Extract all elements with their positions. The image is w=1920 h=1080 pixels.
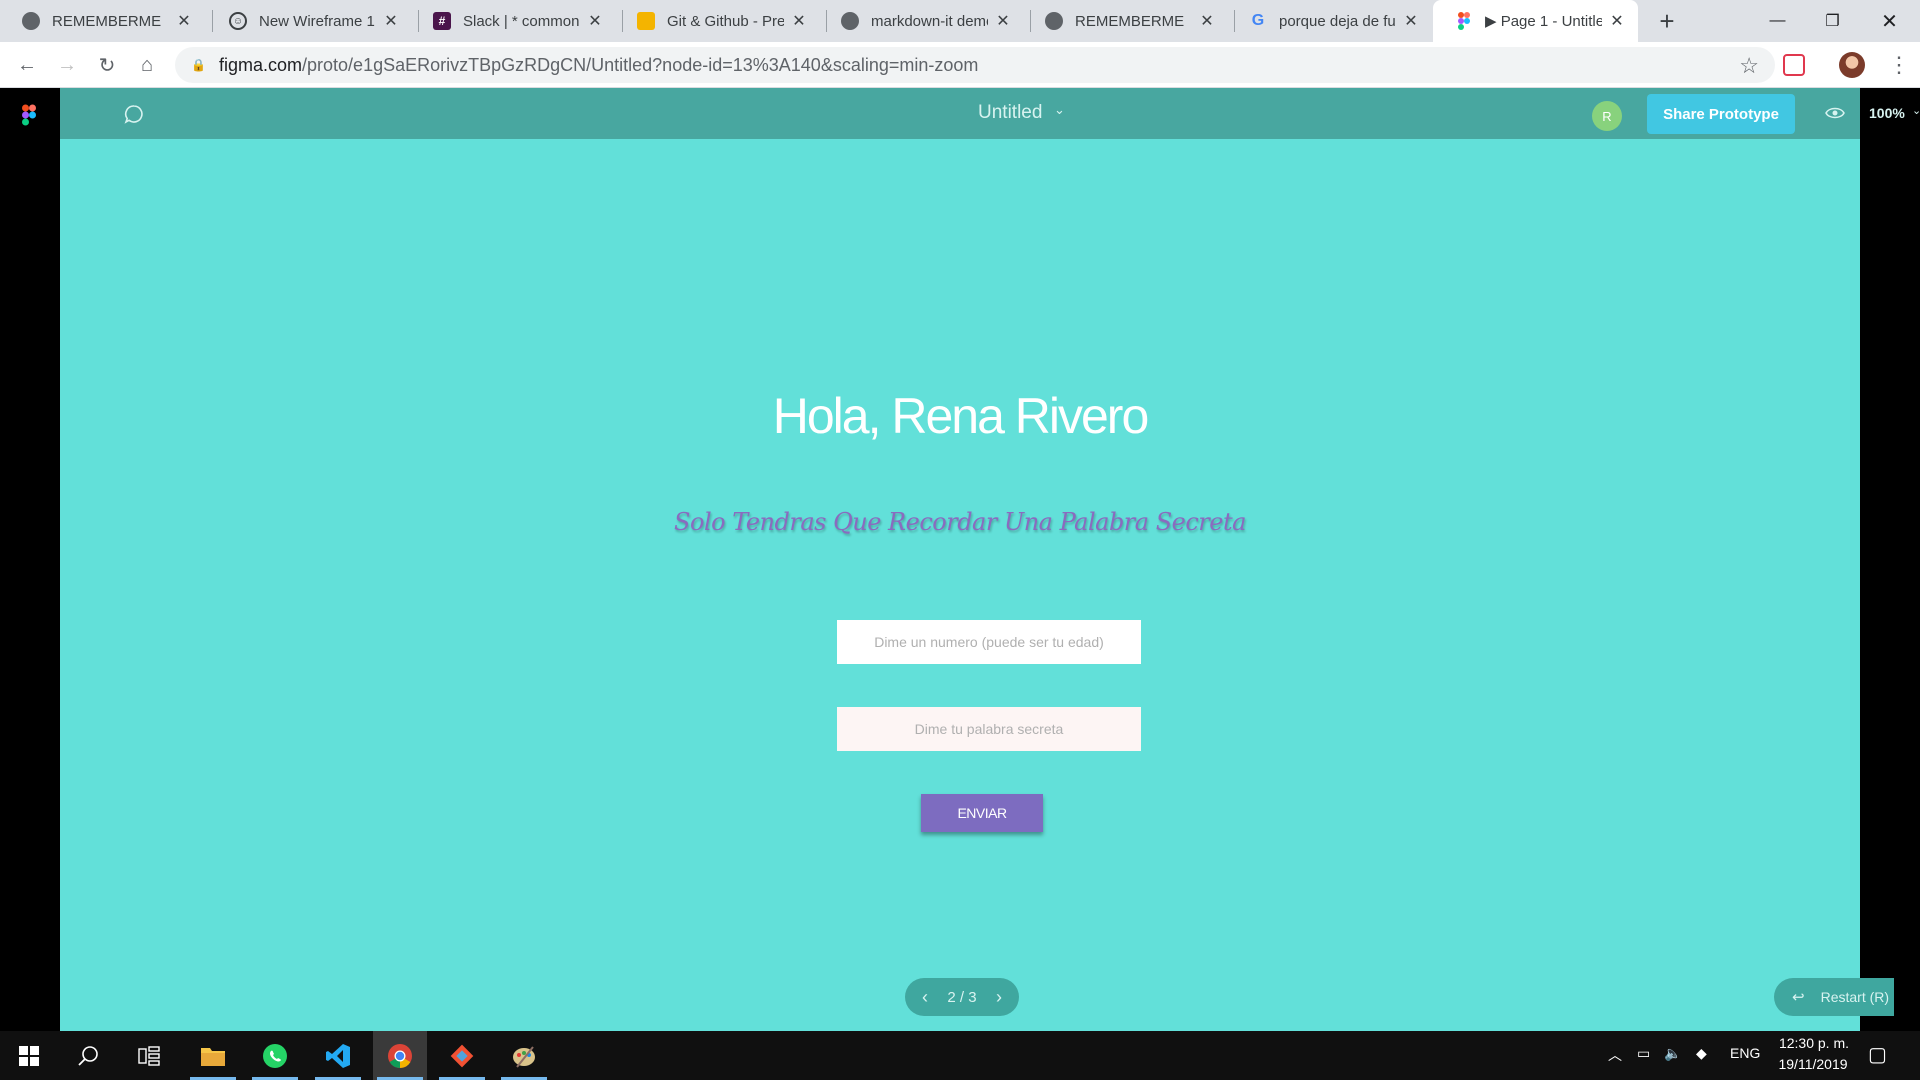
tab-title: REMEMBERME [52, 12, 162, 30]
vscode-icon[interactable] [311, 1031, 365, 1080]
file-explorer-icon[interactable] [186, 1031, 240, 1080]
clock-time[interactable]: 12:30 p. m. [1775, 1035, 1853, 1051]
figma-prototype-viewer: Untitled ⌄ R Share Prototype 100% ⌄ Hola… [0, 88, 1920, 1031]
globe-icon [22, 12, 40, 30]
chevron-up-icon[interactable]: ︿ [1608, 1045, 1622, 1065]
chevron-right-icon[interactable]: › [989, 987, 1009, 1008]
new-tab-button[interactable]: + [1655, 0, 1679, 42]
tab-title: ▶ Page 1 - Untitle [1485, 13, 1602, 30]
restart-button[interactable]: ↩ Restart (R) [1774, 978, 1894, 1016]
tab-slack[interactable]: # Slack | * common ✕ [411, 0, 616, 42]
tab-title: markdown-it demo [871, 12, 988, 30]
url-text[interactable]: figma.com/proto/e1gSaERorivzTBpGzRDgCN/U… [219, 55, 978, 76]
document-title[interactable]: Untitled [978, 102, 1042, 124]
close-icon[interactable]: ✕ [790, 12, 808, 30]
search-icon[interactable] [62, 1031, 116, 1080]
slides-icon [637, 12, 655, 30]
input-language[interactable]: ENG [1730, 1045, 1760, 1061]
close-icon[interactable]: ✕ [1402, 12, 1420, 30]
figma-icon [1455, 12, 1473, 30]
task-view-icon[interactable] [122, 1031, 176, 1080]
forward-arrow-icon[interactable]: → [52, 50, 82, 80]
submit-button[interactable]: ENVIAR [921, 794, 1043, 832]
comment-icon[interactable] [124, 104, 144, 124]
figma-logo-icon[interactable] [22, 104, 36, 126]
zoom-level[interactable]: 100% [1869, 105, 1905, 121]
url-path: /proto/e1gSaERorivzTBpGzRDgCN/Untitled?n… [302, 54, 979, 75]
tab-title: New Wireframe 1 | [259, 12, 376, 30]
chevron-down-icon[interactable]: ⌄ [1054, 102, 1065, 118]
profile-avatar[interactable] [1839, 52, 1865, 78]
windows-start-icon[interactable] [2, 1031, 56, 1080]
lock-icon: 🔒 [191, 58, 206, 72]
page-counter: 2 / 3 [947, 988, 977, 1006]
tab-title: Git & Github - Pre [667, 12, 784, 30]
minimize-icon[interactable]: — [1750, 0, 1805, 42]
tab-markdown-it[interactable]: markdown-it demo ✕ [819, 0, 1024, 42]
address-bar[interactable]: 🔒 figma.com/proto/e1gSaERorivzTBpGzRDgCN… [175, 47, 1775, 83]
pocket-extension-icon[interactable] [1783, 54, 1805, 76]
close-icon[interactable]: ✕ [994, 12, 1012, 30]
prototype-header: Untitled ⌄ R Share Prototype 100% ⌄ [60, 88, 1920, 139]
globe-icon [1045, 12, 1063, 30]
tab-git-github[interactable]: Git & Github - Pre ✕ [615, 0, 820, 42]
share-prototype-button[interactable]: Share Prototype [1647, 94, 1795, 134]
reload-icon[interactable]: ↻ [92, 50, 122, 80]
dropbox-icon[interactable]: ◆ [1696, 1045, 1707, 1062]
google-icon: G [1251, 12, 1265, 29]
kebab-menu-icon[interactable]: ⋮ [1888, 50, 1910, 80]
bookmark-star-icon[interactable]: ☆ [1739, 53, 1759, 79]
secret-word-input[interactable] [837, 707, 1141, 751]
close-icon[interactable]: ✕ [382, 12, 400, 30]
git-icon[interactable] [435, 1031, 489, 1080]
browser-toolbar: ← → ↻ ⌂ 🔒 figma.com/proto/e1gSaERorivzTB… [0, 42, 1920, 88]
tab-new-wireframe[interactable]: ☺ New Wireframe 1 | ✕ [207, 0, 412, 42]
windows-taskbar: ︿ ▭ 🔈 ◆ ENG 12:30 p. m. 19/11/2019 ▢ [0, 1031, 1920, 1080]
close-icon[interactable]: ✕ [1608, 12, 1626, 30]
globe-icon [841, 12, 859, 30]
subtitle-text: Solo Tendras Que Recordar Una Palabra Se… [674, 508, 1246, 536]
url-host: figma.com [219, 54, 303, 75]
greeting-heading: Hola, Rena Rivero [772, 388, 1150, 444]
battery-icon[interactable]: ▭ [1637, 1045, 1650, 1062]
home-icon[interactable]: ⌂ [132, 50, 162, 80]
tab-title: Slack | * common [463, 12, 580, 30]
eye-icon[interactable] [1825, 105, 1845, 121]
back-arrow-icon[interactable]: ← [12, 50, 42, 80]
chrome-icon[interactable] [373, 1031, 427, 1080]
chevron-left-icon[interactable]: ‹ [915, 987, 935, 1008]
browser-tab-strip: REMEMBERME ✕ ☺ New Wireframe 1 | ✕ # Sla… [0, 0, 1920, 42]
tab-google-search[interactable]: G porque deja de fun ✕ [1227, 0, 1432, 42]
paint-icon[interactable] [497, 1031, 551, 1080]
whatsapp-icon[interactable] [248, 1031, 302, 1080]
number-input[interactable] [837, 620, 1141, 664]
clock-date[interactable]: 19/11/2019 [1770, 1056, 1856, 1072]
page-navigator: ‹ 2 / 3 › [905, 978, 1019, 1016]
close-icon[interactable]: ✕ [586, 12, 604, 30]
window-close-icon[interactable]: ✕ [1862, 0, 1917, 42]
slack-icon: # [433, 12, 451, 30]
volume-icon[interactable]: 🔈 [1664, 1045, 1681, 1062]
tab-title: porque deja de fun [1279, 12, 1396, 30]
notifications-icon[interactable]: ▢ [1868, 1042, 1887, 1067]
restart-arrow-icon: ↩ [1792, 989, 1805, 1006]
tab-figma-page1[interactable]: ▶ Page 1 - Untitle ✕ [1433, 0, 1638, 42]
close-icon[interactable]: ✕ [175, 12, 193, 30]
prototype-frame: Hola, Rena Rivero Solo Tendras Que Recor… [60, 139, 1894, 1031]
close-icon[interactable]: ✕ [1198, 12, 1216, 30]
restore-icon[interactable]: ❐ [1805, 0, 1860, 42]
tab-title: REMEMBERME [1075, 12, 1185, 30]
chevron-down-icon[interactable]: ⌄ [1912, 104, 1920, 117]
smiley-icon: ☺ [229, 12, 247, 30]
tab-rememberme-2[interactable]: REMEMBERME ✕ [1023, 0, 1228, 42]
restart-label: Restart (R) [1820, 989, 1890, 1005]
collaborator-avatar[interactable]: R [1592, 101, 1622, 131]
tab-rememberme-1[interactable]: REMEMBERME ✕ [0, 0, 205, 42]
